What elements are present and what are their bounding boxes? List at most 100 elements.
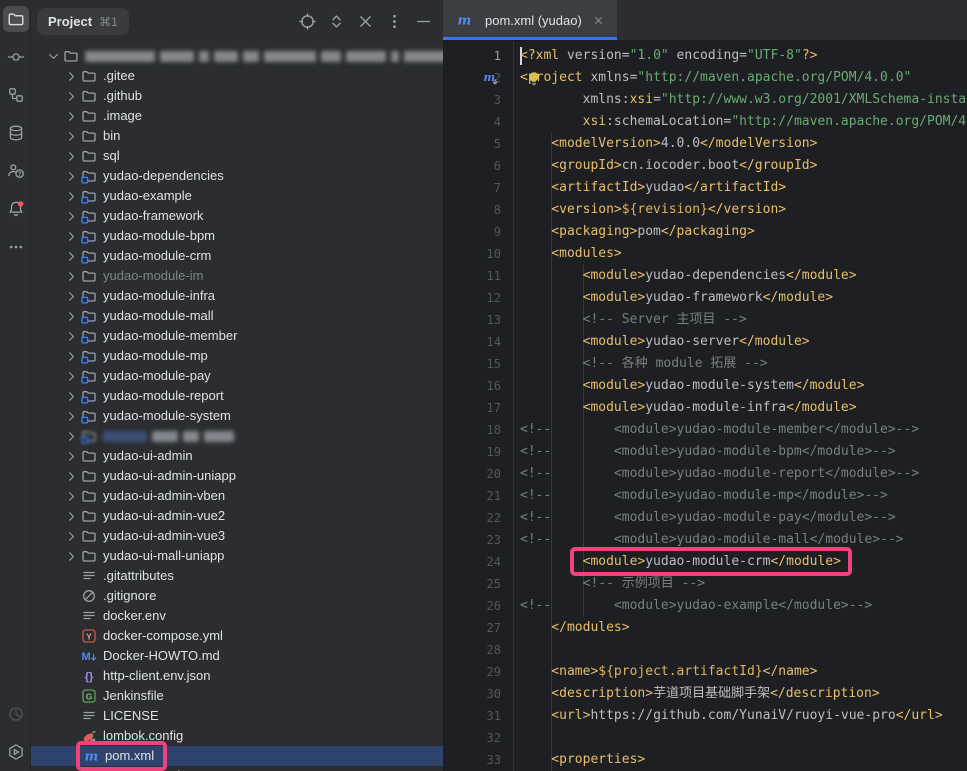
chevron-right-icon[interactable] <box>62 489 80 504</box>
tree-item-yudao-module-member[interactable]: yudao-module-member <box>31 326 443 346</box>
close-tab-icon[interactable] <box>592 14 605 27</box>
code-line-21[interactable]: 21<!-- <module>yudao-module-mp</module>-… <box>443 485 967 507</box>
chevron-right-icon[interactable] <box>62 549 80 564</box>
code-line-1[interactable]: 1<?xml version="1.0" encoding="UTF-8"?> <box>443 45 967 67</box>
tree-item-yudao-module-mall[interactable]: yudao-module-mall <box>31 306 443 326</box>
activity-button-structure-icon[interactable] <box>0 76 31 114</box>
code-line-27[interactable]: 27 </modules> <box>443 617 967 639</box>
code-line-16[interactable]: 16 <module>yudao-module-system</module> <box>443 375 967 397</box>
code-line-25[interactable]: 25 <!-- 示例项目 --> <box>443 573 967 595</box>
chevron-down-icon[interactable] <box>44 49 62 64</box>
collapse-all-icon[interactable] <box>355 12 375 32</box>
tree-item-yudao-module-infra[interactable]: yudao-module-infra <box>31 286 443 306</box>
code-line-5[interactable]: 5 <modelVersion>4.0.0</modelVersion> <box>443 133 967 155</box>
tree-item-yudao-ui-admin-uniapp[interactable]: yudao-ui-admin-uniapp <box>31 466 443 486</box>
chevron-right-icon[interactable] <box>62 329 80 344</box>
code-line-3[interactable]: 3 xmlns:xsi="http://www.w3.org/2001/XMLS… <box>443 89 967 111</box>
tree-item-.image[interactable]: .image <box>31 106 443 126</box>
chevron-right-icon[interactable] <box>62 149 80 164</box>
code-line-29[interactable]: 29 <name>${project.artifactId}</name> <box>443 661 967 683</box>
code-line-6[interactable]: 6 <groupId>cn.iocoder.boot</groupId> <box>443 155 967 177</box>
code-line-12[interactable]: 12 <module>yudao-framework</module> <box>443 287 967 309</box>
tree-item-http-client.env.json[interactable]: {}http-client.env.json <box>31 666 443 686</box>
activity-button-help-people-icon[interactable]: ? <box>0 152 31 190</box>
activity-button-database-icon[interactable] <box>0 114 31 152</box>
chevron-right-icon[interactable] <box>62 209 80 224</box>
chevron-right-icon[interactable] <box>62 269 80 284</box>
kebab-menu-icon[interactable] <box>384 12 404 32</box>
tree-item-yudao-module-mp[interactable]: yudao-module-mp <box>31 346 443 366</box>
activity-button-more-ellipsis-icon[interactable] <box>0 228 31 266</box>
chevron-right-icon[interactable] <box>62 389 80 404</box>
tree-item-yudao-ui-mall-uniapp[interactable]: yudao-ui-mall-uniapp <box>31 546 443 566</box>
tree-item-sql[interactable]: sql <box>31 146 443 166</box>
tree-item-yudao-ui-admin[interactable]: yudao-ui-admin <box>31 446 443 466</box>
tree-item-docker.env[interactable]: docker.env <box>31 606 443 626</box>
code-line-30[interactable]: 30 <description>芋道项目基础脚手架</description> <box>443 683 967 705</box>
tree-item-yudao-module-crm[interactable]: yudao-module-crm <box>31 246 443 266</box>
tree-item-yudao-dependencies[interactable]: yudao-dependencies <box>31 166 443 186</box>
code-line-28[interactable]: 28 <box>443 639 967 661</box>
chevron-right-icon[interactable] <box>62 169 80 184</box>
hide-panel-icon[interactable] <box>413 12 433 32</box>
code-line-33[interactable]: 33 <properties> <box>443 749 967 771</box>
tree-item-yudao-ui-admin-vben[interactable]: yudao-ui-admin-vben <box>31 486 443 506</box>
activity-button-notifications-bell-icon[interactable] <box>0 190 31 228</box>
code-line-7[interactable]: 7 <artifactId>yudao</artifactId> <box>443 177 967 199</box>
tree-item-yudao-framework[interactable]: yudao-framework <box>31 206 443 226</box>
tree-item-yudao-module-system[interactable]: yudao-module-system <box>31 406 443 426</box>
code-line-14[interactable]: 14 <module>yudao-server</module> <box>443 331 967 353</box>
tree-item-Docker-HOWTO.md[interactable]: MDocker-HOWTO.md <box>31 646 443 666</box>
chevron-right-icon[interactable] <box>62 89 80 104</box>
activity-button-profiler-pie-icon[interactable] <box>0 695 31 733</box>
chevron-right-icon[interactable] <box>62 409 80 424</box>
tree-item-docker-compose.yml[interactable]: Ydocker-compose.yml <box>31 626 443 646</box>
chevron-right-icon[interactable] <box>62 449 80 464</box>
code-line-20[interactable]: 20<!-- <module>yudao-module-report</modu… <box>443 463 967 485</box>
chevron-right-icon[interactable] <box>62 429 80 444</box>
chevron-right-icon[interactable] <box>62 289 80 304</box>
tree-item-yudao-module-report[interactable]: yudao-module-report <box>31 386 443 406</box>
code-line-31[interactable]: 31 <url>https://github.com/YunaiV/ruoyi-… <box>443 705 967 727</box>
code-editor[interactable]: 1<?xml version="1.0" encoding="UTF-8"?>2… <box>443 41 967 771</box>
activity-button-commit-icon[interactable] <box>0 38 31 76</box>
code-line-4[interactable]: 4 xsi:schemaLocation="http://maven.apach… <box>443 111 967 133</box>
code-line-18[interactable]: 18<!-- <module>yudao-module-member</modu… <box>443 419 967 441</box>
editor-tab-pom-xml[interactable]: m pom.xml (yudao) <box>443 0 617 40</box>
chevron-right-icon[interactable] <box>62 109 80 124</box>
chevron-right-icon[interactable] <box>62 369 80 384</box>
chevron-right-icon[interactable] <box>62 349 80 364</box>
code-line-10[interactable]: 10 <modules> <box>443 243 967 265</box>
code-line-9[interactable]: 9 <packaging>pom</packaging> <box>443 221 967 243</box>
tree-item-.github[interactable]: .github <box>31 86 443 106</box>
code-line-8[interactable]: 8 <version>${revision}</version> <box>443 199 967 221</box>
code-line-17[interactable]: 17 <module>yudao-module-infra</module> <box>443 397 967 419</box>
tree-item-bin[interactable]: bin <box>31 126 443 146</box>
tree-item-yudao-module-im[interactable]: yudao-module-im <box>31 266 443 286</box>
tree-item-yudao-module-pay[interactable]: yudao-module-pay <box>31 366 443 386</box>
tree-item-yudao-ui-admin-vue2[interactable]: yudao-ui-admin-vue2 <box>31 506 443 526</box>
tree-item-.gitee[interactable]: .gitee <box>31 66 443 86</box>
tree-item-Jenkinsfile[interactable]: GJenkinsfile <box>31 686 443 706</box>
tree-item-.gitignore[interactable]: .gitignore <box>31 586 443 606</box>
activity-button-services-play-icon[interactable] <box>0 733 31 771</box>
tree-item-.gitattributes[interactable]: .gitattributes <box>31 566 443 586</box>
tree-item-yudao-module-bpm[interactable]: yudao-module-bpm <box>31 226 443 246</box>
activity-button-project-folder-icon[interactable] <box>0 0 31 38</box>
chevron-right-icon[interactable] <box>62 249 80 264</box>
chevron-right-icon[interactable] <box>62 529 80 544</box>
tree-item-redacted[interactable] <box>31 46 443 66</box>
chevron-right-icon[interactable] <box>62 69 80 84</box>
locate-icon[interactable] <box>297 12 317 32</box>
tree-item-redacted[interactable] <box>31 426 443 446</box>
tree-item-yudao-example[interactable]: yudao-example <box>31 186 443 206</box>
code-line-11[interactable]: 11 <module>yudao-dependencies</module> <box>443 265 967 287</box>
code-line-26[interactable]: 26<!-- <module>yudao-example</module>--> <box>443 595 967 617</box>
code-line-2[interactable]: 2<project xmlns="http://maven.apache.org… <box>443 67 967 89</box>
chevron-right-icon[interactable] <box>62 189 80 204</box>
expand-icon[interactable] <box>326 12 346 32</box>
project-tab-button[interactable]: Project ⌘1 <box>37 8 129 35</box>
chevron-right-icon[interactable] <box>62 509 80 524</box>
code-line-24[interactable]: 24 <module>yudao-module-crm</module> <box>443 551 967 573</box>
tree-item-LICENSE[interactable]: LICENSE <box>31 706 443 726</box>
